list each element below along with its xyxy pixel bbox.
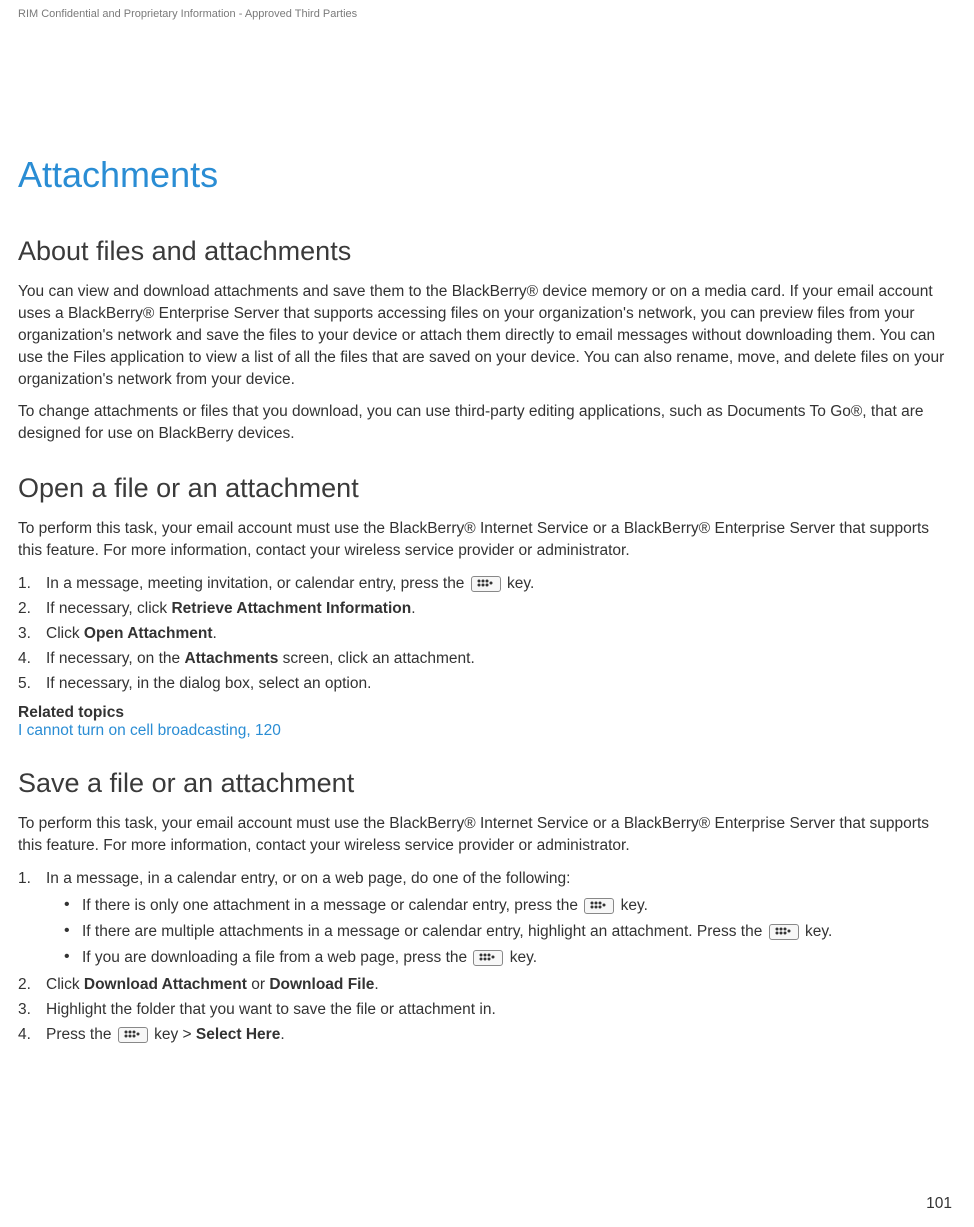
step-text: Click <box>46 976 84 993</box>
step-content: If necessary, in the dialog box, select … <box>46 672 956 696</box>
step-number: 2. <box>18 597 46 621</box>
step-content: Click Download Attachment or Download Fi… <box>46 973 956 997</box>
section-about-heading: About files and attachments <box>18 236 956 267</box>
bullet-text: If there is only one attachment in a mes… <box>82 897 582 914</box>
bullet-content: If there is only one attachment in a mes… <box>82 894 956 918</box>
related-topics-heading: Related topics <box>18 704 956 722</box>
save-step-1-bullets: • If there is only one attachment in a m… <box>46 894 956 970</box>
bullet-text: If you are downloading a file from a web… <box>82 949 471 966</box>
step-text: In a message, in a calendar entry, or on… <box>46 870 570 887</box>
step-text-post: . <box>411 600 415 617</box>
open-step-3: 3. Click Open Attachment. <box>18 622 956 646</box>
step-number: 1. <box>18 867 46 891</box>
step-bold: Open Attachment <box>84 625 213 642</box>
step-text-mid: or <box>247 976 269 993</box>
step-number: 1. <box>18 572 46 596</box>
step-text-post: key. <box>503 575 535 592</box>
step-text-mid: key > <box>150 1026 196 1043</box>
step-content: If necessary, click Retrieve Attachment … <box>46 597 956 621</box>
save-step-4: 4. Press the key > Select Here. <box>18 1023 956 1047</box>
about-paragraph-1: You can view and download attachments an… <box>18 281 956 391</box>
bullet-text: If there are multiple attachments in a m… <box>82 923 767 940</box>
menu-key-icon <box>584 898 614 914</box>
step-bold: Attachments <box>184 650 278 667</box>
step-text-post: . <box>213 625 217 642</box>
step-text: In a message, meeting invitation, or cal… <box>46 575 469 592</box>
bullet-content: If there are multiple attachments in a m… <box>82 920 956 944</box>
step-text: Press the <box>46 1026 116 1043</box>
step-bold: Select Here <box>196 1026 280 1043</box>
save-step-1: 1. In a message, in a calendar entry, or… <box>18 867 956 972</box>
about-paragraph-2: To change attachments or files that you … <box>18 401 956 445</box>
step-content: Highlight the folder that you want to sa… <box>46 998 956 1022</box>
save-steps-list: 1. In a message, in a calendar entry, or… <box>18 867 956 1047</box>
menu-key-icon <box>118 1027 148 1043</box>
step-content: If necessary, on the Attachments screen,… <box>46 647 956 671</box>
step-bold: Download File <box>269 976 374 993</box>
step-number: 2. <box>18 973 46 997</box>
step-text-post: . <box>280 1026 284 1043</box>
page-number: 101 <box>926 1195 952 1213</box>
bullet-text-post: key. <box>505 949 537 966</box>
open-step-1: 1. In a message, meeting invitation, or … <box>18 572 956 596</box>
step-content: In a message, in a calendar entry, or on… <box>46 867 956 972</box>
section-open-heading: Open a file or an attachment <box>18 473 956 504</box>
bullet-item: • If there are multiple attachments in a… <box>46 920 956 944</box>
bullet-icon: • <box>64 894 82 916</box>
step-text: If necessary, on the <box>46 650 184 667</box>
bullet-icon: • <box>64 946 82 968</box>
bullet-text-post: key. <box>616 897 648 914</box>
header-confidential: RIM Confidential and Proprietary Informa… <box>18 0 956 24</box>
step-number: 4. <box>18 647 46 671</box>
step-number: 4. <box>18 1023 46 1047</box>
step-number: 3. <box>18 998 46 1022</box>
step-text-post: . <box>374 976 378 993</box>
open-step-5: 5. If necessary, in the dialog box, sele… <box>18 672 956 696</box>
step-content: Press the key > Select Here. <box>46 1023 956 1047</box>
open-step-2: 2. If necessary, click Retrieve Attachme… <box>18 597 956 621</box>
step-content: Click Open Attachment. <box>46 622 956 646</box>
bullet-text-post: key. <box>801 923 833 940</box>
step-text: Click <box>46 625 84 642</box>
step-content: In a message, meeting invitation, or cal… <box>46 572 956 596</box>
bullet-item: • If there is only one attachment in a m… <box>46 894 956 918</box>
step-text-post: screen, click an attachment. <box>278 650 474 667</box>
save-step-3: 3. Highlight the folder that you want to… <box>18 998 956 1022</box>
menu-key-icon <box>769 924 799 940</box>
section-save-heading: Save a file or an attachment <box>18 768 956 799</box>
save-step-2: 2. Click Download Attachment or Download… <box>18 973 956 997</box>
menu-key-icon <box>473 950 503 966</box>
bullet-item: • If you are downloading a file from a w… <box>46 946 956 970</box>
step-bold: Download Attachment <box>84 976 247 993</box>
step-bold: Retrieve Attachment Information <box>171 600 411 617</box>
step-number: 3. <box>18 622 46 646</box>
bullet-content: If you are downloading a file from a web… <box>82 946 956 970</box>
page-title: Attachments <box>18 154 956 196</box>
open-steps-list: 1. In a message, meeting invitation, or … <box>18 572 956 696</box>
step-text: If necessary, click <box>46 600 171 617</box>
bullet-icon: • <box>64 920 82 942</box>
open-intro: To perform this task, your email account… <box>18 518 956 562</box>
menu-key-icon <box>471 576 501 592</box>
step-number: 5. <box>18 672 46 696</box>
open-step-4: 4. If necessary, on the Attachments scre… <box>18 647 956 671</box>
save-intro: To perform this task, your email account… <box>18 813 956 857</box>
related-topic-link[interactable]: I cannot turn on cell broadcasting, 120 <box>18 722 956 740</box>
